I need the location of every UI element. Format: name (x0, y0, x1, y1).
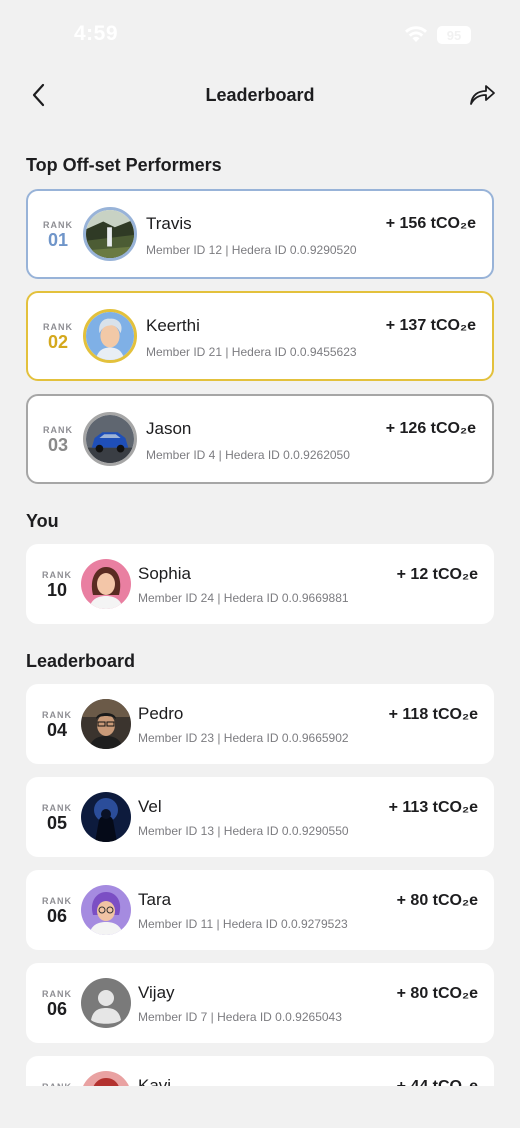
leaderboard-row[interactable]: RANK 06 Vijay Member ID 7 | Hedera ID 0.… (26, 963, 494, 1043)
avatar (81, 699, 131, 749)
rank-number: 02 (47, 332, 69, 352)
member-meta: Member ID 23 | Hedera ID 0.0.9665902 (138, 731, 349, 745)
offset-score: + 12 tCO₂e (396, 566, 478, 583)
bottom-fade (0, 1086, 520, 1128)
member-meta: Member ID 7 | Hedera ID 0.0.9265043 (138, 1010, 342, 1024)
rank-label: RANK (42, 710, 72, 720)
dark-figure-icon (81, 792, 131, 842)
rank-badge: RANK 01 (40, 220, 76, 250)
rank-badge: RANK 02 (40, 322, 76, 352)
offset-score: + 137 tCO₂e (385, 317, 476, 334)
member-meta: Member ID 13 | Hedera ID 0.0.9290550 (138, 824, 349, 838)
man-glasses-icon (81, 699, 131, 749)
member-name: Vel (138, 797, 162, 816)
landscape-waterfall-icon (86, 210, 134, 258)
top-performer-card[interactable]: RANK 01 Travis Member ID 12 | Hedera ID … (26, 189, 494, 279)
share-icon[interactable] (468, 82, 496, 108)
page-title: Leaderboard (205, 85, 315, 105)
top-performer-card[interactable]: RANK 02 Keerthi Member ID 21 | Hedera ID… (26, 291, 494, 381)
rank-number: 06 (46, 999, 68, 1019)
rank-badge: RANK 05 (39, 803, 75, 833)
offset-score: + 118 tCO₂e (388, 706, 478, 723)
wifi-icon (405, 26, 427, 42)
rank-label: RANK (42, 570, 72, 580)
offset-score: + 113 tCO₂e (388, 799, 478, 816)
member-name: Vijay (138, 983, 175, 1002)
member-name: Travis (146, 214, 192, 233)
rank-number: 04 (46, 720, 68, 740)
member-name: Tara (138, 890, 172, 909)
cartoon-girl-icon (81, 559, 131, 609)
rank-number: 05 (46, 813, 68, 833)
member-meta: Member ID 12 | Hedera ID 0.0.9290520 (146, 243, 357, 257)
member-meta: Member ID 4 | Hedera ID 0.0.9262050 (146, 448, 350, 462)
avatar (81, 885, 131, 935)
rank-badge: RANK 10 (39, 570, 75, 600)
avatar (83, 412, 137, 466)
rank-number: 01 (47, 230, 69, 250)
default-user-icon (81, 978, 131, 1028)
avatar (81, 559, 131, 609)
cartoon-silver-hair-icon (86, 312, 134, 360)
rank-label: RANK (42, 803, 72, 813)
rank-label: RANK (43, 425, 73, 435)
rank-number: 06 (46, 906, 68, 926)
section-title-you: You (26, 511, 59, 531)
member-meta: Member ID 24 | Hedera ID 0.0.9669881 (138, 591, 349, 605)
offset-score: + 80 tCO₂e (396, 985, 478, 1002)
battery-indicator: 95 (437, 26, 471, 44)
offset-score: + 80 tCO₂e (396, 892, 478, 909)
nav-bar: Leaderboard (0, 70, 520, 120)
rank-label: RANK (42, 896, 72, 906)
status-bar: 4:59 95 (0, 0, 520, 70)
avatar (83, 309, 137, 363)
blue-car-icon (86, 415, 134, 463)
member-name: Pedro (138, 704, 184, 723)
section-title-top-performers: Top Off-set Performers (26, 155, 222, 175)
rank-number: 03 (47, 435, 69, 455)
status-time: 4:59 (74, 22, 119, 45)
member-meta: Member ID 21 | Hedera ID 0.0.9455623 (146, 345, 357, 359)
offset-score: + 156 tCO₂e (385, 215, 476, 232)
rank-badge: RANK 03 (40, 425, 76, 455)
avatar (81, 978, 131, 1028)
rank-label: RANK (42, 989, 72, 999)
member-name: Sophia (138, 564, 191, 583)
avatar (81, 792, 131, 842)
member-name: Keerthi (146, 316, 200, 335)
offset-score: + 126 tCO₂e (385, 420, 476, 437)
rank-label: RANK (43, 220, 73, 230)
leaderboard-row[interactable]: RANK 05 Vel Member ID 13 | Hedera ID 0.0… (26, 777, 494, 857)
member-meta: Member ID 11 | Hedera ID 0.0.9279523 (138, 917, 348, 931)
section-title-leaderboard: Leaderboard (26, 651, 136, 671)
rank-badge: RANK 06 (39, 896, 75, 926)
top-performer-card[interactable]: RANK 03 Jason Member ID 4 | Hedera ID 0.… (26, 394, 494, 484)
leaderboard-row[interactable]: RANK 04 Pedro Member ID 23 | Hedera ID 0… (26, 684, 494, 764)
cartoon-purple-hair-icon (81, 885, 131, 935)
avatar (83, 207, 137, 261)
rank-number: 10 (46, 580, 68, 600)
member-name: Jason (146, 419, 192, 438)
leaderboard-row[interactable]: RANK 06 Tara Member ID 11 | Hedera ID 0.… (26, 870, 494, 950)
rank-badge: RANK 04 (39, 710, 75, 740)
current-user-card[interactable]: RANK 10 Sophia Member ID 24 | Hedera ID … (26, 544, 494, 624)
rank-label: RANK (43, 322, 73, 332)
rank-badge: RANK 06 (39, 989, 75, 1019)
